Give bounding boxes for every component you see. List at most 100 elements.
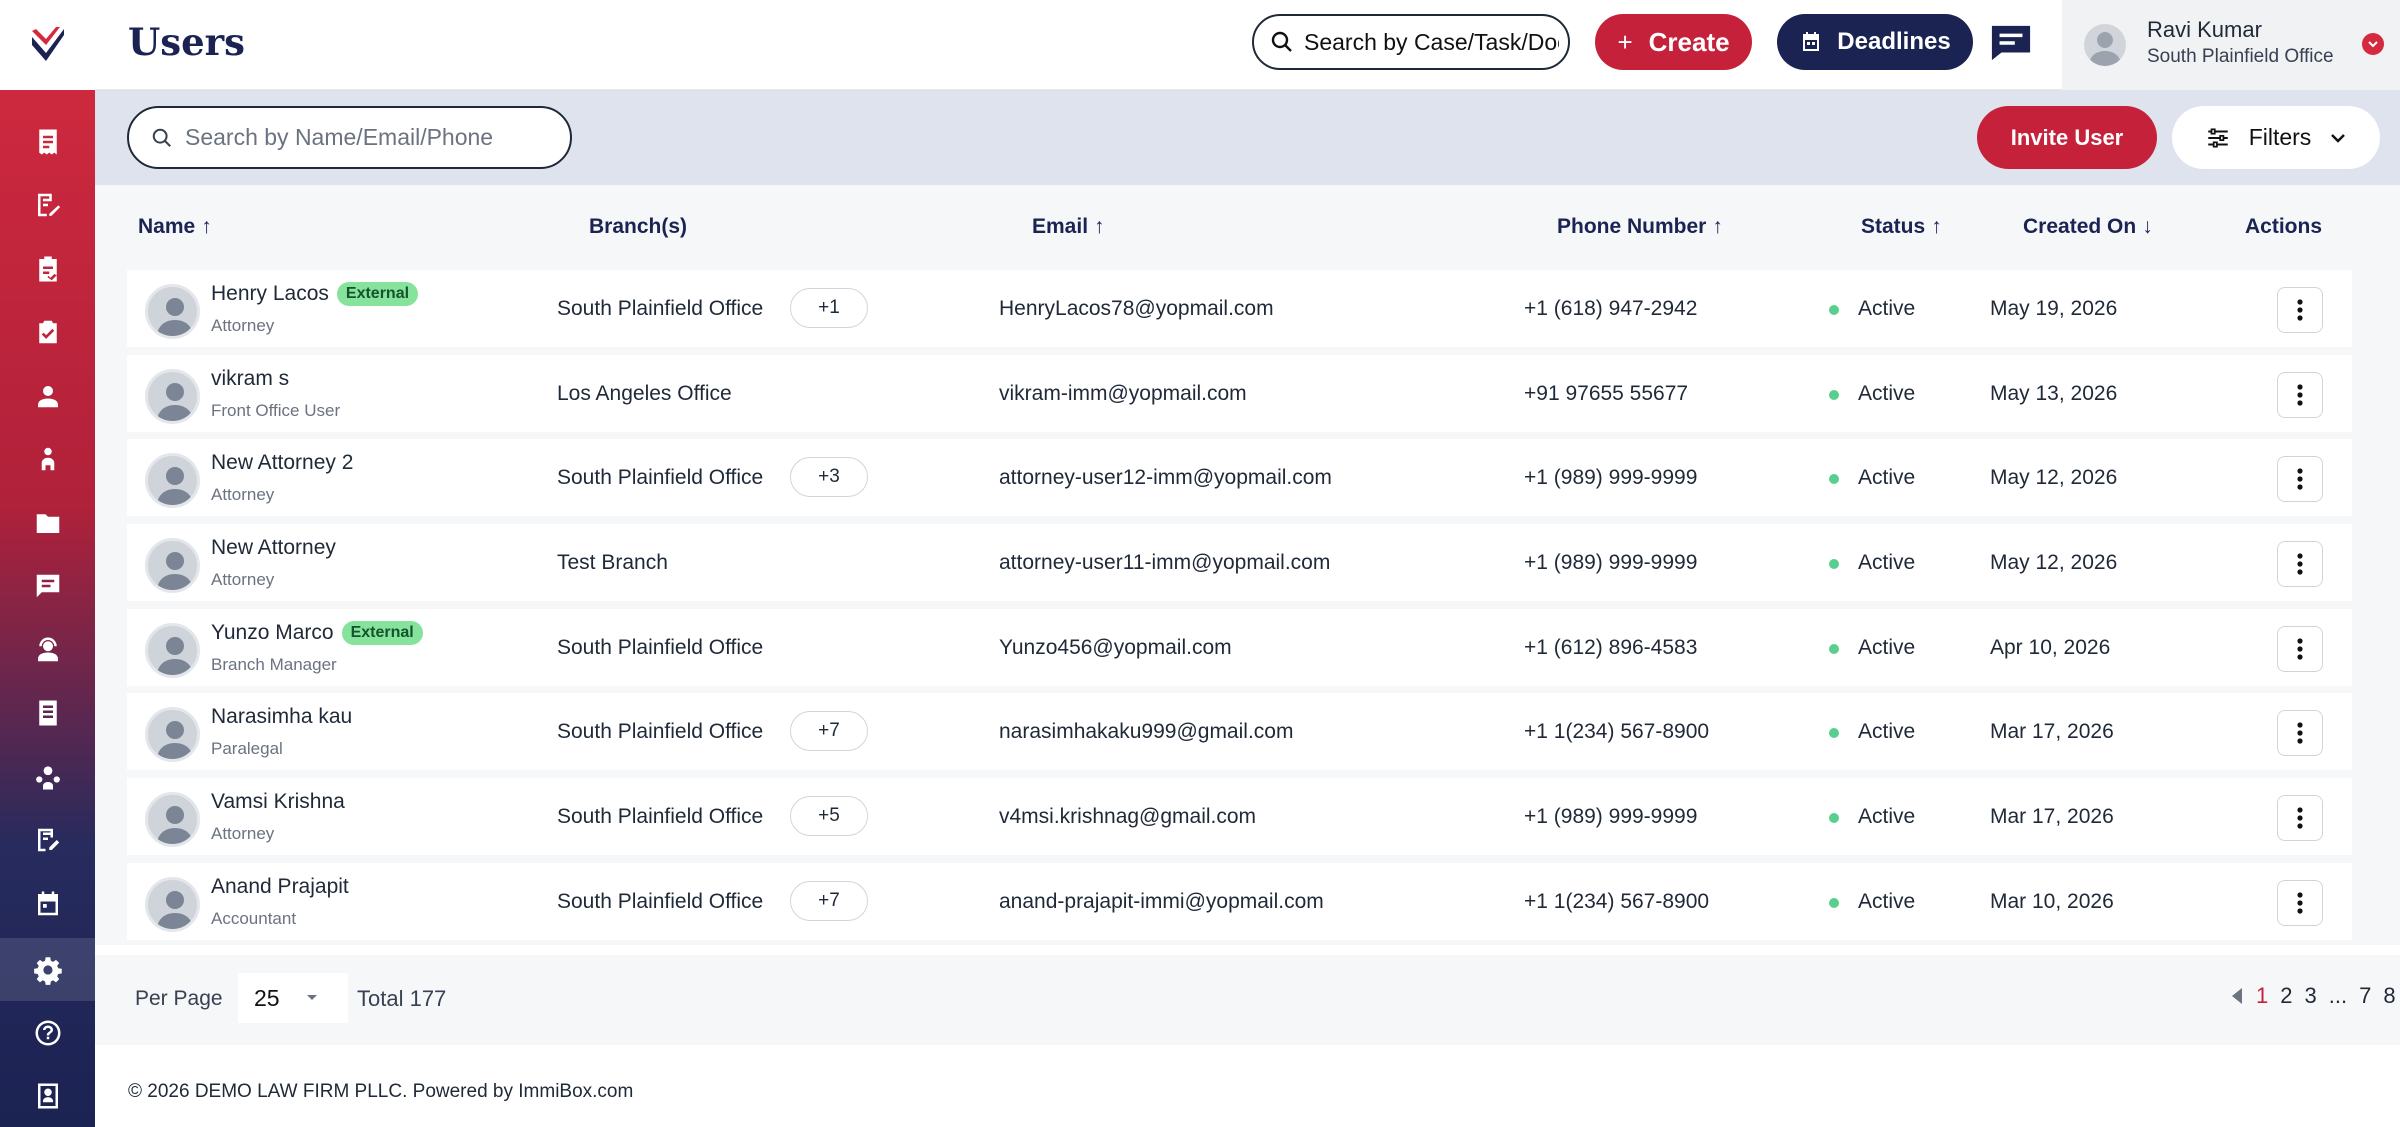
user-name-cell[interactable]: New Attorney 2 — [211, 451, 353, 475]
clipboard-check-icon — [38, 256, 57, 282]
table-row[interactable]: Yunzo Marco External Branch Manager South P… — [127, 608, 2352, 686]
user-name-cell[interactable]: Henry Lacos External — [211, 282, 419, 306]
user-role: Front Office User — [211, 400, 341, 420]
status-badge: Active — [1858, 466, 1916, 490]
sort-down-icon: ↓ — [2142, 215, 2153, 238]
per-page-select[interactable]: 25 — [238, 973, 348, 1023]
created-cell: May 12, 2026 — [1990, 466, 2118, 490]
sidebar-item-tasks[interactable] — [0, 301, 95, 365]
user-profile-menu[interactable]: Ravi Kumar South Plainfield Office — [2062, 0, 2400, 90]
user-name-cell[interactable]: Anand Prajapit — [211, 875, 349, 899]
more-vertical-icon — [2297, 722, 2303, 745]
row-actions-button[interactable] — [2277, 371, 2323, 418]
sidebar-item-support[interactable] — [0, 618, 95, 682]
chevron-down-icon[interactable] — [2362, 33, 2384, 55]
sidebar-item-documents[interactable] — [0, 491, 95, 555]
folder-icon — [36, 514, 59, 533]
avatar — [145, 453, 200, 509]
user-name-cell[interactable]: Narasimha kau — [211, 705, 352, 729]
prev-page-icon[interactable] — [2230, 987, 2244, 1005]
row-actions-button[interactable] — [2277, 287, 2323, 333]
user-name[interactable]: vikram s — [211, 367, 289, 391]
user-name-cell[interactable]: vikram s — [211, 367, 289, 391]
page-link[interactable]: 7 — [2359, 983, 2371, 1009]
sidebar-item-edit-docs[interactable] — [0, 174, 95, 238]
more-branches-chip[interactable]: +3 — [790, 457, 868, 498]
more-branches-chip[interactable]: +1 — [790, 288, 868, 328]
create-button[interactable]: + Create — [1595, 14, 1752, 70]
row-actions-button[interactable] — [2277, 710, 2323, 757]
email-cell: attorney-user11-imm@yopmail.com — [999, 551, 1331, 575]
filters-label: Filters — [2248, 124, 2312, 150]
calendar-icon — [37, 891, 58, 915]
page-link[interactable]: 3 — [2305, 983, 2317, 1009]
sidebar-item-help[interactable] — [0, 1001, 95, 1064]
sidebar-item-messages[interactable] — [0, 555, 95, 619]
sidebar-item-forms[interactable] — [0, 682, 95, 746]
row-actions-button[interactable] — [2277, 456, 2323, 503]
table-row[interactable]: Anand Prajapit Accountant South Plainfield… — [127, 862, 2352, 940]
row-actions-button[interactable] — [2277, 795, 2323, 842]
column-header-created[interactable]: Created On ↓ — [2023, 215, 2153, 239]
sort-up-icon: ↑ — [1712, 215, 1723, 238]
user-name[interactable]: New Attorney — [211, 536, 336, 560]
user-name-cell[interactable]: New Attorney — [211, 536, 336, 560]
user-role: Attorney — [211, 485, 275, 505]
app-logo[interactable] — [0, 0, 95, 90]
user-name: Ravi Kumar — [2147, 17, 2262, 42]
user-name[interactable]: Henry Lacos — [211, 282, 329, 306]
sidebar-item-receipts[interactable] — [0, 110, 95, 174]
users-table: Name ↑ Branch(s) Email ↑ Phone Number ↑ Sta… — [95, 185, 2400, 945]
user-name-cell[interactable]: Yunzo Marco External — [211, 620, 423, 645]
sidebar-item-settings[interactable] — [0, 938, 95, 1001]
column-header-name[interactable]: Name ↑ — [138, 215, 212, 239]
user-name[interactable]: New Attorney 2 — [211, 451, 353, 475]
more-branches-chip[interactable]: +7 — [790, 711, 868, 752]
column-header-email[interactable]: Email ↑ — [1032, 215, 1105, 239]
branch-name: South Plainfield Office — [557, 466, 764, 490]
page-link[interactable]: 1 — [2256, 983, 2268, 1009]
chat-button[interactable] — [1986, 20, 2036, 66]
sidebar-item-user-groups[interactable] — [0, 745, 95, 809]
more-branches-chip[interactable]: +7 — [790, 880, 868, 921]
table-row[interactable]: Henry Lacos External Attorney South Plainfi… — [127, 270, 2352, 347]
sidebar-item-contacts[interactable] — [0, 428, 95, 492]
sidebar-item-guide[interactable] — [0, 1064, 95, 1127]
user-role: Branch Manager — [211, 654, 337, 674]
table-row[interactable]: Narasimha kau Paralegal South Plainfield O… — [127, 693, 2352, 771]
sidebar-item-calendar[interactable] — [0, 872, 95, 936]
user-icon — [37, 385, 58, 407]
user-search[interactable] — [127, 106, 572, 169]
sidebar-item-cases[interactable] — [0, 237, 95, 301]
row-actions-button[interactable] — [2277, 625, 2323, 672]
user-name[interactable]: Vamsi Krishna — [211, 790, 345, 814]
deadlines-button[interactable]: Deadlines — [1777, 14, 1973, 70]
user-avatar-icon — [157, 721, 193, 760]
sidebar-item-clients[interactable] — [0, 364, 95, 428]
user-name[interactable]: Anand Prajapit — [211, 875, 349, 899]
phone-cell: +1 (989) 999-9999 — [1524, 805, 1698, 829]
table-row[interactable]: Vamsi Krishna Attorney South Plainfield Of… — [127, 778, 2352, 856]
user-name-cell[interactable]: Vamsi Krishna — [211, 790, 345, 814]
page-link[interactable]: 2 — [2280, 983, 2292, 1009]
column-header-phone[interactable]: Phone Number ↑ — [1557, 215, 1723, 239]
page-link[interactable]: 8 — [2383, 983, 2395, 1009]
user-search-input[interactable] — [185, 124, 545, 151]
row-actions-button[interactable] — [2277, 879, 2323, 926]
more-vertical-icon — [2297, 638, 2303, 660]
user-name[interactable]: Yunzo Marco — [211, 621, 334, 645]
more-branches-chip[interactable]: +5 — [790, 796, 868, 837]
filters-button[interactable]: Filters — [2172, 106, 2380, 169]
sidebar-item-notes[interactable] — [0, 809, 95, 873]
user-name[interactable]: Narasimha kau — [211, 705, 352, 729]
sidebar-nav — [0, 110, 95, 936]
page-title: Users — [128, 20, 245, 64]
table-row[interactable]: vikram s Front Office User Los Angeles Off… — [127, 354, 2352, 432]
column-header-status[interactable]: Status ↑ — [1861, 215, 1942, 239]
row-actions-button[interactable] — [2277, 541, 2323, 588]
global-search-input[interactable] — [1304, 28, 1559, 56]
global-search[interactable] — [1252, 14, 1570, 70]
table-row[interactable]: New Attorney Attorney Test Branch attorney-… — [127, 524, 2352, 602]
invite-user-button[interactable]: Invite User — [1977, 106, 2157, 169]
table-row[interactable]: New Attorney 2 Attorney South Plainfield O… — [127, 439, 2352, 517]
